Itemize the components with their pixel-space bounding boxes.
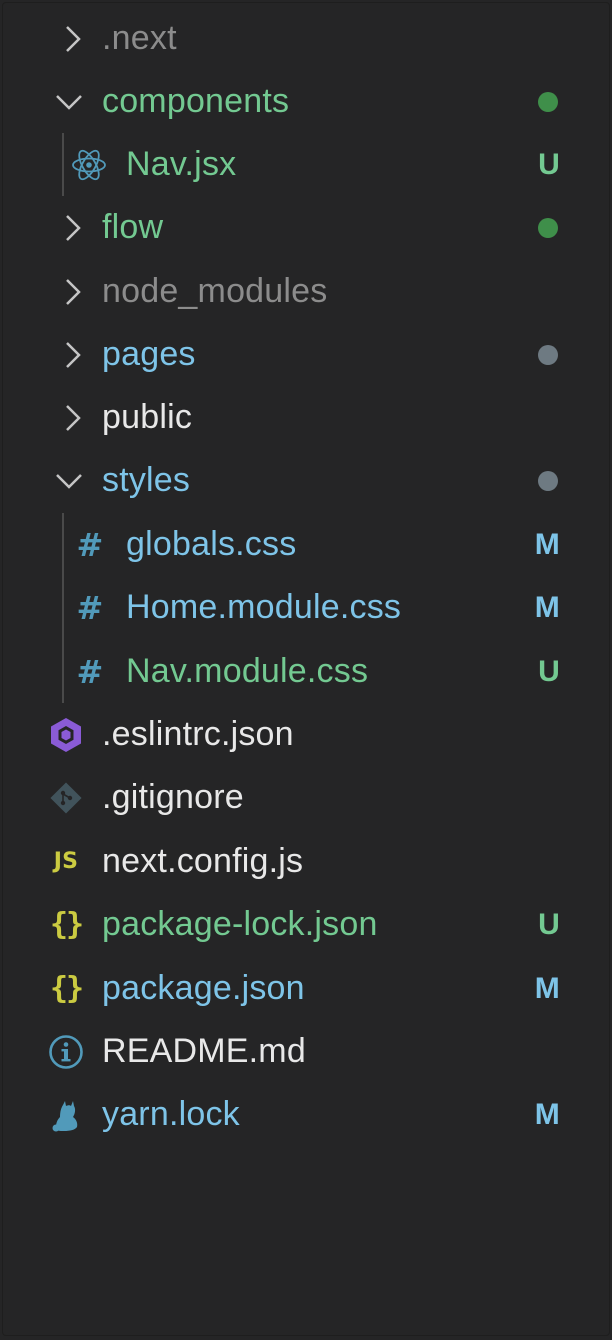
tree-item-pages[interactable]: pages <box>2 323 610 386</box>
tree-item-label: README.md <box>102 1032 306 1070</box>
file-explorer: .next components Nav.jsx U flow node_mod… <box>2 2 610 1336</box>
json-icon: {} <box>49 907 84 942</box>
yarn-icon <box>46 1095 86 1135</box>
git-status-badge: U <box>538 907 560 941</box>
chevron-right-icon <box>58 19 88 59</box>
chevron-down-icon <box>54 82 84 122</box>
tree-item-label: styles <box>102 461 191 499</box>
css-icon: # <box>76 588 104 627</box>
tree-item-label: package.json <box>102 969 305 1007</box>
tree-item-readme[interactable]: README.md <box>2 1020 610 1083</box>
git-status-badge: U <box>538 654 560 688</box>
javascript-icon: JS <box>53 849 79 874</box>
tree-item-package-json[interactable]: {} package.json M <box>2 957 610 1020</box>
tree-item-label: Nav.jsx <box>126 145 237 183</box>
git-status-badge: M <box>534 527 560 561</box>
git-status-badge: M <box>534 971 560 1005</box>
git-status-badge: U <box>538 147 560 181</box>
tree-item-label: globals.css <box>126 525 297 563</box>
tree-item-node-modules[interactable]: node_modules <box>2 260 610 323</box>
tree-item-flow[interactable]: flow <box>2 196 610 259</box>
tree-item-label: Nav.module.css <box>126 652 369 690</box>
json-icon: {} <box>49 971 84 1006</box>
tree-item-styles[interactable]: styles <box>2 449 610 512</box>
indent-guide <box>62 133 64 196</box>
chevron-right-icon <box>58 335 88 375</box>
git-status-badge: M <box>534 590 560 624</box>
eslint-icon <box>46 715 86 755</box>
tree-item-next-config[interactable]: JS next.config.js <box>2 830 610 893</box>
tree-item-label: flow <box>102 208 164 246</box>
tree-item-label: components <box>102 82 290 120</box>
info-icon <box>46 1032 86 1072</box>
status-dot-modified <box>538 470 558 491</box>
tree-item-label: package-lock.json <box>102 905 378 943</box>
tree-item-label: public <box>102 398 193 436</box>
tree-item-yarn-lock[interactable]: yarn.lock M <box>2 1083 610 1146</box>
tree-item-eslintrc[interactable]: .eslintrc.json <box>2 703 610 766</box>
css-icon: # <box>76 652 104 691</box>
chevron-right-icon <box>58 208 88 248</box>
status-dot-untracked <box>538 91 558 112</box>
status-dot-modified <box>538 344 558 365</box>
css-icon: # <box>76 525 104 564</box>
tree-item-public[interactable]: public <box>2 386 610 449</box>
git-icon <box>46 778 86 818</box>
tree-item-globals-css[interactable]: # globals.css M <box>2 513 610 576</box>
tree-item-label: next.config.js <box>102 842 304 880</box>
tree-item-label: .next <box>102 19 177 57</box>
tree-item-components[interactable]: components <box>2 70 610 133</box>
tree-item-label: pages <box>102 335 196 373</box>
chevron-right-icon <box>58 272 88 312</box>
tree-item-label: Home.module.css <box>126 588 402 626</box>
tree-item-home-module-css[interactable]: # Home.module.css M <box>2 576 610 639</box>
tree-item-label: yarn.lock <box>102 1095 240 1133</box>
tree-item-label: .gitignore <box>102 778 244 816</box>
tree-item-nav-module-css[interactable]: # Nav.module.css U <box>2 640 610 703</box>
git-status-badge: M <box>534 1097 560 1131</box>
react-icon <box>69 145 109 185</box>
chevron-right-icon <box>58 398 88 438</box>
tree-item-label: .eslintrc.json <box>102 715 294 753</box>
tree-item-next[interactable]: .next <box>2 7 610 70</box>
tree-item-label: node_modules <box>102 272 328 310</box>
indent-guide <box>62 513 64 703</box>
tree-item-gitignore[interactable]: .gitignore <box>2 766 610 829</box>
chevron-down-icon <box>54 461 84 501</box>
tree-item-nav-jsx[interactable]: Nav.jsx U <box>2 133 610 196</box>
status-dot-untracked <box>538 217 558 238</box>
tree-item-package-lock[interactable]: {} package-lock.json U <box>2 893 610 956</box>
